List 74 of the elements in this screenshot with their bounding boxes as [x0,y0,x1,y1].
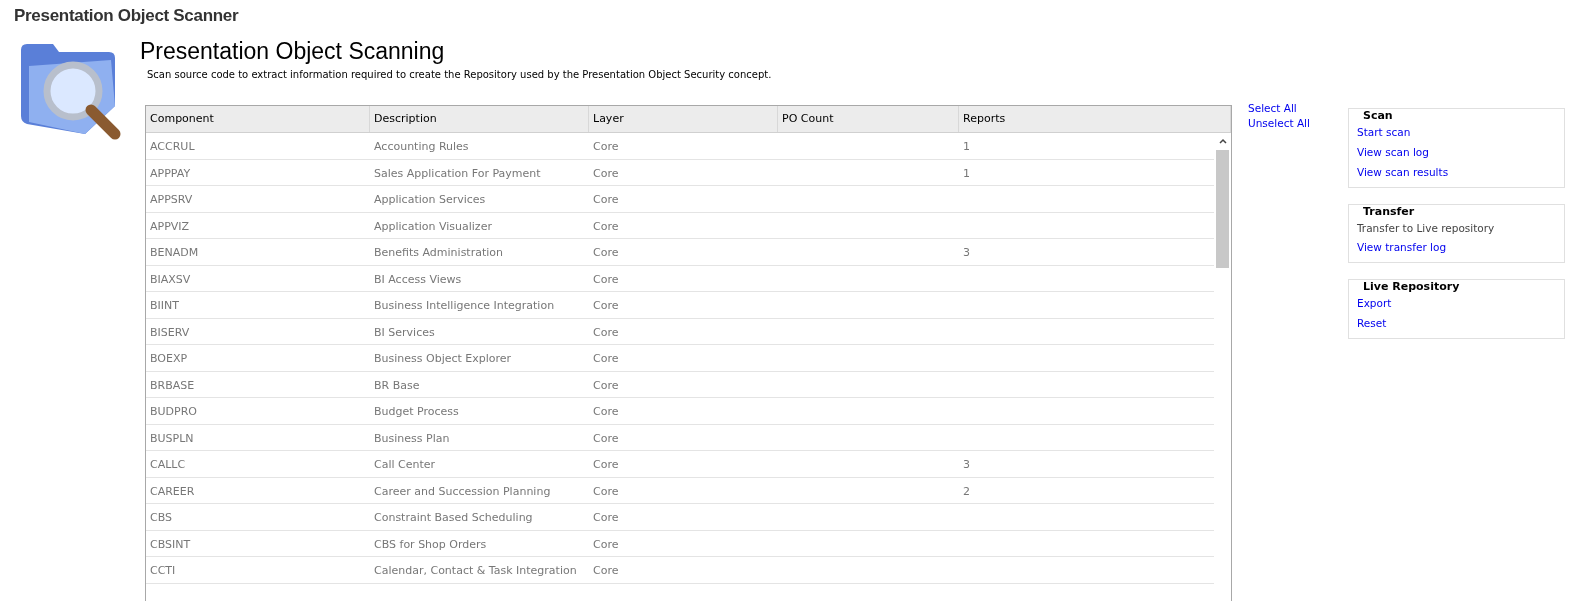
table-cell-text: Core [592,351,620,367]
table-cell-text: Core [592,324,620,341]
table-cell-text: Constraint Based Scheduling [373,510,534,526]
column-header[interactable]: Component [146,106,370,132]
table-cell-text: Career and Succession Planning [373,483,552,500]
table-cell-text: BUDPRO [149,404,198,420]
table-cell-text: Business Intelligence Integration [373,298,556,314]
table-cell-text: Core [592,218,620,235]
column-header[interactable]: Layer [589,106,778,132]
panel-link[interactable]: Start scan [1357,126,1411,138]
selection-link[interactable]: Select All [1248,102,1348,114]
table-cell-text: 3 [962,245,971,261]
scrollbar-thumb[interactable] [1216,150,1229,268]
column-header[interactable]: PO Count [778,106,959,132]
table-cell-text: BR Base [373,377,421,394]
table-cell-text: Business Plan [373,430,451,447]
table-cell-text: Core [592,192,620,208]
panel-link[interactable]: View scan log [1357,146,1429,158]
column-header[interactable]: Description [370,106,589,132]
table-cell-text: 3 [962,457,971,473]
table-cell-text: 1 [962,139,971,155]
table-cell-text: ACCRUL [149,139,196,155]
table-cell-text: CBSINT [149,536,192,553]
table-cell-text: Core [592,536,620,553]
table-cell-text: Budget Process [373,404,460,420]
table-cell-text: Core [592,165,620,182]
table-cell-text: Core [592,245,620,261]
page-description: Scan source code to extract information required to create the Repository used by the Presentation Object Security concept. [147,69,773,80]
table-cell-text: BIAXSV [149,271,192,288]
table-cell-text: Core [592,510,620,526]
column-header[interactable]: Reports [959,106,1231,132]
selection-link[interactable]: Unselect All [1248,117,1348,129]
table-cell-text: Call Center [373,457,437,473]
panel-link[interactable]: Reset [1357,317,1387,329]
table-cell-text: CBS for Shop Orders [373,536,488,553]
table-cell-text: CALLC [149,457,187,473]
panel-link[interactable]: View transfer log [1357,241,1447,253]
table-cell-text: Core [592,430,620,447]
table-cell-text: BISERV [149,324,191,341]
page-heading: Presentation Object Scanning [140,37,446,66]
panel-link[interactable]: View scan results [1357,166,1449,178]
table-cell-text: APPSRV [149,192,194,208]
table-cell-text: Application Services [373,192,487,208]
table-cell-text: Benefits Administration [373,245,504,261]
panel-text: Transfer to Live repository [1357,222,1496,234]
table-cell-text: BRBASE [149,377,196,394]
table-cell-text: BI Services [373,324,436,341]
table-cell-text: CCTI [149,563,177,579]
table-cell-text: CAREER [149,483,196,500]
table-cell-text: APPPAY [149,165,192,182]
table-cell-text: Calendar, Contact & Task Integration [373,563,578,579]
table-cell-text: Application Visualizer [373,218,493,235]
table-cell-text: Core [592,271,620,288]
table-cell-text: BOEXP [149,351,189,367]
table-cell-text: Core [592,563,620,579]
window-title: Presentation Object Scanner [13,5,240,27]
table-cell-text: 1 [962,165,971,182]
table-cell-text: BENADM [149,245,200,261]
table-cell-text: Core [592,404,620,420]
table-cell-text: Sales Application For Payment [373,165,542,182]
table-cell-text: Accounting Rules [373,139,470,155]
table-cell-text: Core [592,139,620,155]
table-cell-text: BUSPLN [149,430,195,447]
table-cell-text: BIINT [149,298,180,314]
table-cell-text: Core [592,457,620,473]
table-cell-text: Core [592,377,620,394]
table-cell-text: APPVIZ [149,218,191,235]
table-cell-text: Core [592,483,620,500]
panel-link[interactable]: Export [1357,297,1392,309]
table-cell-text: Business Object Explorer [373,351,513,367]
table-cell-text: CBS [149,510,174,526]
table-cell-text: 2 [962,483,971,500]
table-cell-text: Core [592,298,620,314]
table-cell-text: BI Access Views [373,271,463,288]
